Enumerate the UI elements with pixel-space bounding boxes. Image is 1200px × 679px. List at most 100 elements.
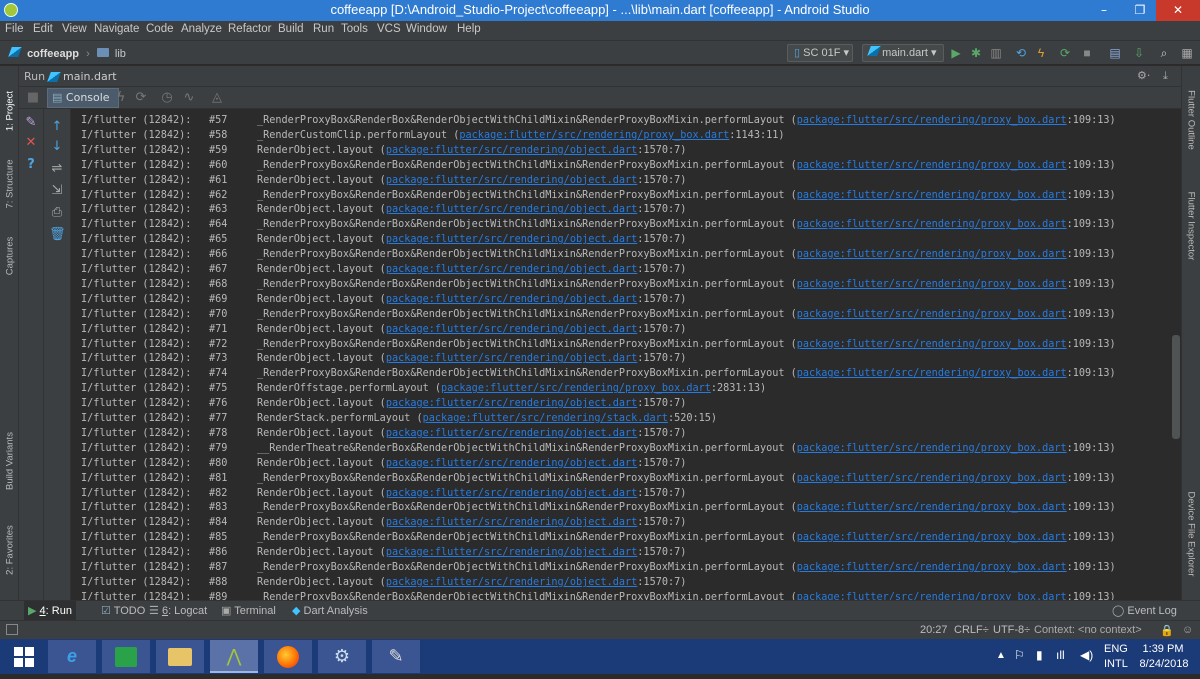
- tray-expand-icon[interactable]: ▲: [996, 650, 1006, 661]
- tab-todo[interactable]: ☑ TODO: [97, 601, 149, 621]
- menu-refactor[interactable]: Refactor: [228, 23, 271, 35]
- source-link[interactable]: package:flutter/src/rendering/proxy_box.…: [797, 115, 1067, 126]
- search-icon[interactable]: ⌕: [1157, 46, 1171, 60]
- minimize-button[interactable]: –: [1086, 0, 1122, 21]
- language-primary[interactable]: ENG: [1104, 643, 1128, 655]
- menu-help[interactable]: Help: [457, 23, 481, 35]
- menu-analyze[interactable]: Analyze: [181, 23, 222, 35]
- tool-flutter-inspector[interactable]: Flutter Inspector: [1186, 192, 1197, 261]
- volume-icon[interactable]: ◀): [1080, 648, 1093, 662]
- source-link[interactable]: package:flutter/src/rendering/object.dar…: [386, 294, 637, 305]
- menu-run[interactable]: Run: [313, 23, 334, 35]
- network-app-icon[interactable]: ⚙: [318, 640, 366, 673]
- hide-panel-icon[interactable]: ⤓: [1163, 69, 1168, 83]
- start-button[interactable]: [0, 640, 48, 673]
- run-config-selector[interactable]: main.dart ▾: [862, 44, 944, 62]
- scroll-up-icon[interactable]: ↑: [49, 119, 65, 135]
- source-link[interactable]: package:flutter/src/rendering/stack.dart: [423, 413, 668, 424]
- flash-icon[interactable]: ϟ: [1034, 46, 1048, 60]
- console-output[interactable]: I/flutter (12842): #57 _RenderProxyBox&Ren…: [71, 109, 1171, 600]
- soft-wrap-icon[interactable]: ⇌: [49, 161, 65, 177]
- source-link[interactable]: package:flutter/src/rendering/object.dar…: [386, 488, 637, 499]
- firefox-icon[interactable]: [264, 640, 312, 673]
- android-studio-taskbar-icon[interactable]: ⋀: [210, 640, 258, 673]
- tool-structure[interactable]: 7: Structure: [5, 159, 16, 208]
- source-link[interactable]: package:flutter/src/rendering/object.dar…: [386, 175, 637, 186]
- source-link[interactable]: package:flutter/src/rendering/object.dar…: [386, 204, 637, 215]
- event-log-button[interactable]: ◯ Event Log: [1108, 601, 1181, 621]
- tool-flutter-outline[interactable]: Flutter Outline: [1186, 90, 1197, 150]
- coverage-icon[interactable]: ▥: [989, 46, 1003, 60]
- source-link[interactable]: package:flutter/src/rendering/proxy_box.…: [797, 473, 1067, 484]
- source-link[interactable]: package:flutter/src/rendering/object.dar…: [386, 428, 637, 439]
- source-link[interactable]: package:flutter/src/rendering/proxy_box.…: [797, 592, 1067, 600]
- source-link[interactable]: package:flutter/src/rendering/proxy_box.…: [797, 279, 1067, 290]
- breadcrumb-folder[interactable]: lib: [115, 48, 126, 60]
- timeline-icon[interactable]: ∿: [181, 90, 197, 106]
- menu-navigate[interactable]: Navigate: [94, 23, 139, 35]
- console-scrollbar[interactable]: [1171, 109, 1181, 600]
- source-link[interactable]: package:flutter/src/rendering/proxy_box.…: [797, 562, 1067, 573]
- device-selector[interactable]: ▯ SC 01F ▾: [787, 44, 853, 62]
- menu-tools[interactable]: Tools: [341, 23, 368, 35]
- source-link[interactable]: package:flutter/src/rendering/proxy_box.…: [797, 219, 1067, 230]
- run-icon[interactable]: ▶: [949, 46, 963, 60]
- tab-dart-analysis[interactable]: ◆ Dart Analysis: [288, 601, 372, 621]
- source-link[interactable]: package:flutter/src/rendering/proxy_box.…: [797, 190, 1067, 201]
- restart-icon[interactable]: ⟳: [1058, 46, 1072, 60]
- hot-reload-icon[interactable]: ⟲: [1014, 46, 1028, 60]
- source-link[interactable]: package:flutter/src/rendering/object.dar…: [386, 145, 637, 156]
- source-link[interactable]: package:flutter/src/rendering/object.dar…: [386, 264, 637, 275]
- file-explorer-icon[interactable]: [156, 640, 204, 673]
- source-link[interactable]: package:flutter/src/rendering/object.dar…: [386, 547, 637, 558]
- source-link[interactable]: package:flutter/src/rendering/object.dar…: [386, 324, 637, 335]
- trash-icon[interactable]: 🗑: [49, 227, 66, 243]
- debug-icon[interactable]: ✱: [969, 46, 983, 60]
- language-secondary[interactable]: INTL: [1104, 658, 1128, 670]
- scroll-to-end-icon[interactable]: ⇲: [49, 183, 65, 199]
- source-link[interactable]: package:flutter/src/rendering/proxy_box.…: [797, 160, 1067, 171]
- source-link[interactable]: package:flutter/src/rendering/object.dar…: [386, 458, 637, 469]
- tool-captures[interactable]: Captures: [5, 237, 16, 276]
- tab-console[interactable]: ▤ Console: [47, 88, 119, 108]
- source-link[interactable]: package:flutter/src/rendering/object.dar…: [386, 398, 637, 409]
- network-icon[interactable]: ⚐: [1014, 648, 1025, 662]
- source-link[interactable]: package:flutter/src/rendering/proxy_box.…: [797, 249, 1067, 260]
- menu-code[interactable]: Code: [146, 23, 174, 35]
- clock-time[interactable]: 1:39 PM: [1138, 643, 1188, 655]
- internet-explorer-icon[interactable]: e: [48, 640, 96, 673]
- source-link[interactable]: package:flutter/src/rendering/proxy_box.…: [797, 339, 1067, 350]
- tab-logcat[interactable]: ☰ 6: Logcat: [145, 601, 211, 621]
- tool-project[interactable]: 1: Project: [5, 91, 16, 131]
- tool-device-file-explorer[interactable]: Device File Explorer: [1186, 492, 1197, 577]
- close-icon[interactable]: ✕: [23, 135, 39, 151]
- menu-build[interactable]: Build: [278, 23, 304, 35]
- scrollbar-thumb[interactable]: [1172, 335, 1180, 439]
- help-icon[interactable]: ?: [23, 157, 39, 173]
- sdk-manager-icon[interactable]: ▤: [1108, 46, 1122, 60]
- restart-icon[interactable]: ⟳: [133, 90, 149, 106]
- run-tab-main-dart[interactable]: main.dart: [63, 70, 117, 83]
- clock-date[interactable]: 8/24/2018: [1136, 658, 1192, 670]
- paint-icon[interactable]: ✎: [372, 640, 420, 673]
- source-link[interactable]: package:flutter/src/rendering/object.dar…: [386, 577, 637, 588]
- context-indicator[interactable]: Context: <no context>: [1034, 624, 1142, 636]
- source-link[interactable]: package:flutter/src/rendering/object.dar…: [386, 234, 637, 245]
- menu-view[interactable]: View: [62, 23, 87, 35]
- tool-build-variants[interactable]: Build Variants: [5, 432, 16, 490]
- source-link[interactable]: package:flutter/src/rendering/object.dar…: [386, 353, 637, 364]
- menu-file[interactable]: File: [5, 23, 24, 35]
- source-link[interactable]: package:flutter/src/rendering/object.dar…: [386, 517, 637, 528]
- line-separator[interactable]: CRLF÷: [954, 624, 989, 636]
- menu-vcs[interactable]: VCS: [377, 23, 401, 35]
- structure-icon[interactable]: ▦: [1180, 46, 1194, 60]
- toggle-tool-windows-icon[interactable]: [6, 624, 18, 635]
- tab-run[interactable]: ▶ 4: Run: [24, 601, 76, 621]
- pin-icon[interactable]: ✎: [23, 115, 39, 131]
- lock-icon[interactable]: 🔒: [1160, 624, 1174, 637]
- tab-terminal[interactable]: ▣ Terminal: [217, 601, 280, 621]
- hector-icon[interactable]: ☺: [1182, 624, 1193, 636]
- print-icon[interactable]: ⎙: [49, 205, 65, 221]
- source-link[interactable]: package:flutter/src/rendering/proxy_box.…: [797, 309, 1067, 320]
- restore-button[interactable]: ❐: [1122, 0, 1158, 21]
